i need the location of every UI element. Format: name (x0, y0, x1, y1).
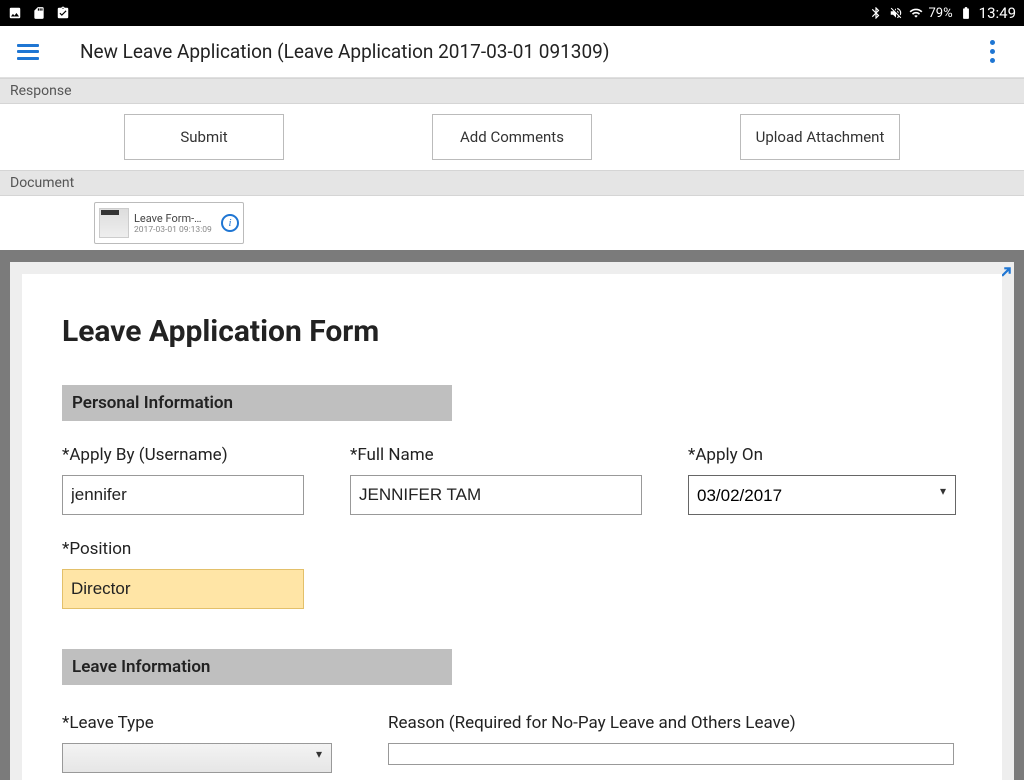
personal-row-2: *Position (62, 539, 962, 609)
actions-row: Submit Add Comments Upload Attachment (0, 104, 1024, 170)
status-left-icons (8, 6, 70, 20)
upload-attachment-button[interactable]: Upload Attachment (740, 114, 900, 160)
overflow-menu-button[interactable] (972, 32, 1012, 72)
leave-type-select[interactable] (62, 743, 332, 773)
personal-info-header: Personal Information (62, 385, 452, 421)
response-section-label: Response (0, 78, 1024, 104)
document-card[interactable]: Leave Form-… 2017-03-01 09:13:09 i (94, 202, 244, 244)
hamburger-menu-button[interactable] (4, 28, 52, 76)
full-name-label: *Full Name (350, 445, 642, 465)
mute-icon (889, 6, 903, 20)
page-title: New Leave Application (Leave Application… (80, 40, 609, 63)
leave-type-label: *Leave Type (62, 713, 332, 733)
clock-time: 13:49 (979, 4, 1016, 22)
submit-button[interactable]: Submit (124, 114, 284, 160)
image-icon (8, 6, 22, 20)
add-comments-button[interactable]: Add Comments (432, 114, 592, 160)
form-frame: Leave Application Form Personal Informat… (0, 250, 1024, 780)
battery-percent: 79% (929, 6, 953, 21)
document-text: Leave Form-… 2017-03-01 09:13:09 (134, 212, 216, 235)
form-heading: Leave Application Form (62, 314, 962, 349)
more-vert-icon (990, 40, 995, 63)
personal-row-1: *Apply By (Username) *Full Name *Apply O… (62, 445, 962, 515)
menu-icon (17, 44, 39, 60)
position-label: *Position (62, 539, 304, 559)
app-bar: New Leave Application (Leave Application… (0, 26, 1024, 78)
wifi-icon (909, 6, 923, 20)
apply-on-label: *Apply On (688, 445, 956, 465)
leave-row: *Leave Type Reason (Required for No-Pay … (62, 713, 962, 773)
sd-card-icon (32, 6, 46, 20)
apply-by-input[interactable] (62, 475, 304, 515)
apply-by-label: *Apply By (Username) (62, 445, 304, 465)
info-icon[interactable]: i (221, 214, 239, 232)
leave-info-header: Leave Information (62, 649, 452, 685)
apply-on-select[interactable]: 03/02/2017 (688, 475, 956, 515)
document-row: Leave Form-… 2017-03-01 09:13:09 i (0, 196, 1024, 250)
form-paper: Leave Application Form Personal Informat… (22, 274, 1002, 780)
document-section-label: Document (0, 170, 1024, 196)
document-date: 2017-03-01 09:13:09 (134, 225, 216, 235)
status-right-icons: 79% 13:49 (869, 4, 1017, 22)
status-bar: 79% 13:49 (0, 0, 1024, 26)
bluetooth-icon (869, 6, 883, 20)
full-name-input[interactable] (350, 475, 642, 515)
position-input[interactable] (62, 569, 304, 609)
clipboard-icon (56, 6, 70, 20)
reason-label: Reason (Required for No-Pay Leave and Ot… (388, 713, 954, 733)
battery-icon (959, 6, 973, 20)
reason-textarea[interactable] (388, 743, 954, 765)
document-thumb-icon (99, 208, 129, 238)
document-title: Leave Form-… (134, 212, 216, 225)
